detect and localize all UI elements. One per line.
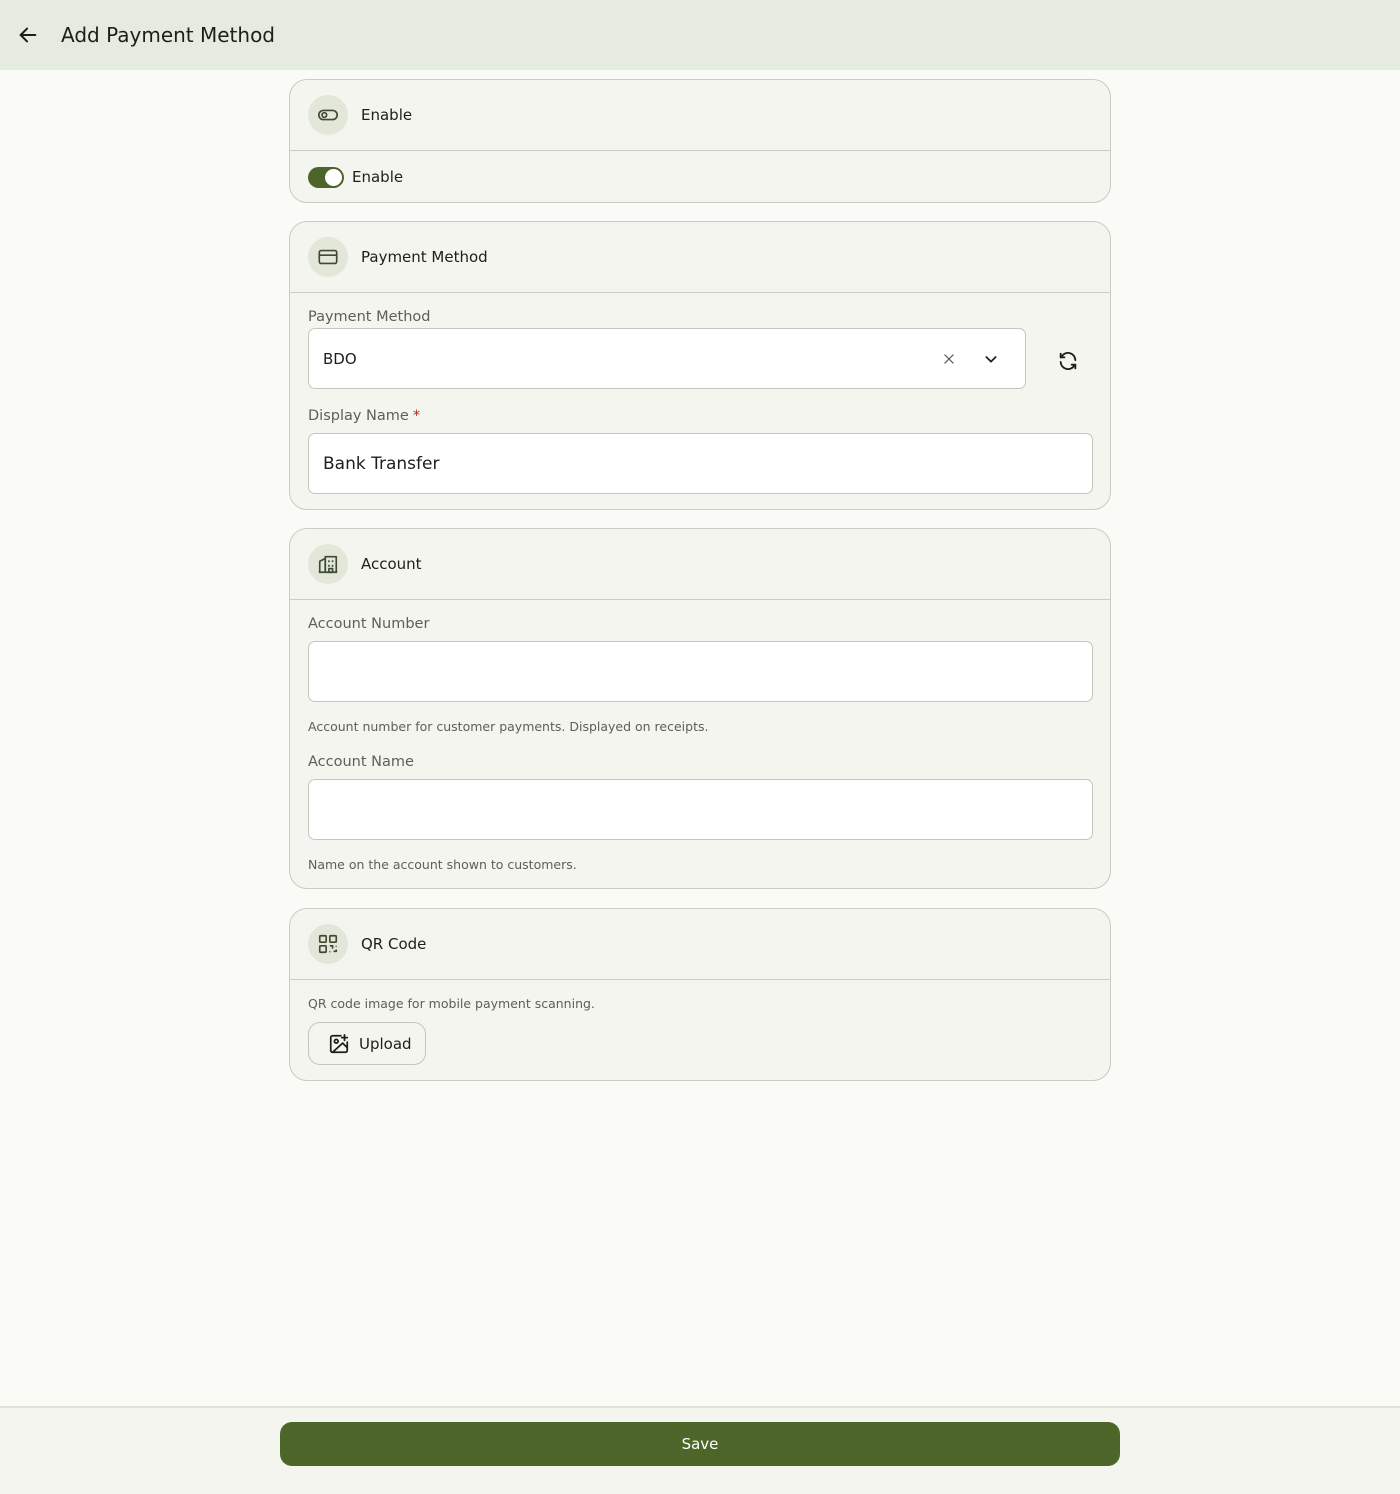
payment-method-card-body: Payment Method BDO Display Name * Bank T…	[290, 293, 1110, 509]
enable-card-body: Enable	[290, 151, 1110, 202]
display-name-label-text: Display Name	[308, 408, 409, 424]
bank-building-icon	[318, 555, 338, 574]
image-upload-icon	[329, 1033, 349, 1053]
account-card-title: Account	[361, 555, 422, 573]
qr-code-card-title: QR Code	[361, 935, 427, 953]
payment-method-select[interactable]: BDO	[308, 328, 1026, 389]
payment-method-card-title: Payment Method	[361, 248, 488, 266]
payment-method-selected-value: BDO	[323, 349, 357, 368]
qr-code-card: QR Code QR code image for mobile payment…	[289, 908, 1111, 1081]
qr-code-icon	[318, 934, 338, 954]
enable-icon-circle	[308, 95, 348, 135]
toggle-icon	[318, 109, 338, 121]
display-name-label: Display Name *	[308, 407, 420, 425]
enable-card: Enable Enable	[289, 79, 1111, 203]
qr-code-card-body: QR code image for mobile payment scannin…	[290, 980, 1110, 1080]
save-button[interactable]: Save	[280, 1422, 1120, 1466]
footer-bar: Save	[0, 1406, 1400, 1494]
account-name-help: Name on the account shown to customers.	[308, 857, 577, 872]
payment-method-card-header: Payment Method	[290, 222, 1110, 293]
qr-code-help: QR code image for mobile payment scannin…	[308, 996, 595, 1011]
account-name-input[interactable]	[308, 779, 1093, 840]
account-number-input[interactable]	[308, 641, 1093, 702]
enable-card-header: Enable	[290, 80, 1110, 151]
payment-icon-circle	[308, 237, 348, 277]
payment-method-label: Payment Method	[308, 309, 431, 325]
clear-selection-button[interactable]	[937, 347, 961, 371]
account-card: Account Account Number Account number fo…	[289, 528, 1111, 889]
account-number-help: Account number for customer payments. Di…	[308, 719, 709, 734]
arrow-left-icon	[19, 27, 37, 43]
refresh-icon	[1059, 352, 1077, 370]
qr-icon-circle	[308, 924, 348, 964]
required-marker: *	[412, 408, 421, 424]
display-name-input[interactable]: Bank Transfer	[308, 433, 1093, 494]
enable-toggle[interactable]	[308, 166, 344, 188]
credit-card-icon	[318, 249, 338, 265]
close-icon	[944, 354, 954, 364]
dropdown-toggle-button[interactable]	[979, 347, 1003, 371]
display-name-value: Bank Transfer	[323, 453, 440, 474]
toggle-knob	[325, 168, 342, 186]
account-card-body: Account Number Account number for custom…	[290, 600, 1110, 888]
account-number-label: Account Number	[308, 616, 430, 632]
account-icon-circle	[308, 544, 348, 584]
upload-button[interactable]: Upload	[308, 1022, 426, 1065]
chevron-down-icon	[985, 356, 997, 363]
upload-button-label: Upload	[359, 1034, 412, 1053]
page-title: Add Payment Method	[61, 23, 276, 47]
refresh-button[interactable]	[1053, 346, 1083, 376]
account-name-label: Account Name	[308, 754, 414, 770]
enable-toggle-label: Enable	[352, 168, 404, 186]
back-button[interactable]	[14, 21, 42, 49]
account-card-header: Account	[290, 529, 1110, 600]
qr-code-card-header: QR Code	[290, 909, 1110, 980]
payment-method-card: Payment Method Payment Method BDO Displa…	[289, 221, 1111, 510]
top-app-bar: Add Payment Method	[0, 0, 1400, 70]
enable-card-title: Enable	[361, 106, 413, 124]
